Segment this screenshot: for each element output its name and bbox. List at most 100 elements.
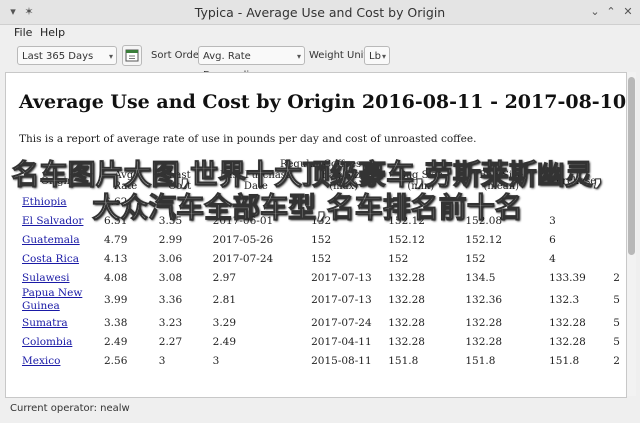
group-header: Regular Coffees bbox=[279, 159, 362, 170]
table-row: Mexico 2.56 3 3 2015-08-11 151.8 151.8 151.8 2 bbox=[16, 351, 626, 370]
table-cell: 132.28 bbox=[549, 335, 586, 348]
report-view[interactable]: Average Use and Cost by Origin 2016-08-1… bbox=[5, 72, 627, 398]
table-cell: 2 bbox=[613, 271, 620, 284]
report-heading: Average Use and Cost by Origin 2016-08-1… bbox=[19, 91, 627, 113]
table-row: Colombia 2.49 2.27 2.49 2017-04-11 132.28 132.… bbox=[16, 332, 626, 351]
maximize-icon[interactable]: ⌃ bbox=[604, 5, 618, 19]
table-cell: 152.12 bbox=[388, 233, 425, 246]
table-header-row: Origin Avg. Rate Last Cost Last Purchase Da… bbox=[16, 170, 626, 192]
origin-link[interactable]: Guatemala bbox=[22, 234, 80, 246]
table-cell bbox=[305, 192, 382, 211]
table-cell: 132.3 bbox=[549, 294, 580, 306]
table-cell: 5 bbox=[613, 335, 620, 348]
table-cell: 4.08 bbox=[104, 271, 128, 284]
table-cell: 132.28 bbox=[388, 335, 425, 348]
table-cell: 134.5 bbox=[465, 271, 496, 284]
origin-link[interactable]: El Salvador bbox=[22, 215, 83, 227]
date-range-value: Last 365 Days bbox=[22, 51, 94, 62]
table-cell: 151.8 bbox=[549, 354, 580, 367]
column-header: Avg. Rate bbox=[113, 170, 138, 192]
vertical-scrollbar[interactable] bbox=[627, 72, 636, 396]
table-cell: 2.49 bbox=[212, 335, 237, 348]
table-cell: 2.97 bbox=[212, 271, 237, 284]
table-cell: 152 bbox=[311, 252, 332, 265]
status-text: Current operator: nealw bbox=[10, 403, 130, 414]
table-cell bbox=[153, 192, 207, 211]
table-cell: 2.99 bbox=[158, 233, 183, 246]
table-cell: 2017-07-24 bbox=[311, 316, 372, 329]
table-cell: 132.28 bbox=[549, 316, 586, 329]
table-cell: 5 bbox=[613, 316, 620, 329]
chevron-down-icon: ▾ bbox=[108, 52, 113, 61]
origin-link[interactable]: Colombia bbox=[22, 336, 72, 348]
origin-link[interactable]: Papua New Guinea bbox=[22, 287, 82, 312]
origin-link[interactable]: Costa Rica bbox=[22, 253, 79, 265]
table-cell: 2017-07-24 bbox=[212, 252, 274, 265]
table-cell: 2017-07-13 bbox=[311, 294, 372, 306]
calendar-button[interactable] bbox=[122, 45, 142, 66]
table-cell: 3.36 bbox=[158, 294, 183, 306]
origin-link[interactable]: Ethiopia bbox=[22, 196, 67, 208]
menu-file[interactable]: File bbox=[14, 26, 32, 39]
table-cell: 132.28 bbox=[465, 316, 503, 329]
table-cell: 132.28 bbox=[388, 271, 425, 284]
chevron-down-icon: ▾ bbox=[296, 52, 301, 61]
status-bar: Current operator: nealw bbox=[0, 399, 640, 423]
table-cell: 151.8 bbox=[465, 354, 496, 367]
column-header: Last Purchase Date bbox=[219, 170, 292, 192]
report-intro: This is a report of average rate of use … bbox=[19, 133, 477, 145]
table-cell: 2 bbox=[613, 354, 620, 367]
report-table: Regular Coffees Origin Avg. Rate Last Cost… bbox=[16, 159, 626, 370]
minimize-icon[interactable]: ⌄ bbox=[588, 5, 602, 19]
column-header: Purchases bbox=[549, 175, 602, 187]
table-cell: 3.55 bbox=[158, 214, 183, 227]
menu-bar: File Help bbox=[0, 24, 640, 42]
table-cell: 3.23 bbox=[158, 316, 183, 329]
weight-unit-select[interactable]: Lb ▾ bbox=[364, 46, 390, 65]
origin-cell: Colombia bbox=[16, 332, 98, 351]
table-cell: 2.81 bbox=[212, 294, 237, 306]
table-cell: 2015-08-11 bbox=[311, 354, 372, 367]
table-row: Ethiopia 6.62 bbox=[16, 192, 626, 211]
origin-cell: Guatemala bbox=[16, 230, 98, 249]
table-cell: 2017-07-13 bbox=[311, 271, 372, 284]
table-cell: 3.08 bbox=[158, 271, 183, 284]
table-row: Guatemala 4.79 2.99 2017-05-26 152 152.12 152.… bbox=[16, 230, 626, 249]
menu-help[interactable]: Help bbox=[40, 26, 65, 39]
table-cell: 3.99 bbox=[104, 294, 128, 306]
table-cell: 5 bbox=[613, 294, 620, 306]
table-cell: 132.28 bbox=[388, 294, 425, 306]
table-cell: 2017-05-26 bbox=[212, 233, 274, 246]
origin-link[interactable]: Sulawesi bbox=[22, 272, 70, 284]
table-cell: 132.28 bbox=[465, 335, 503, 348]
weight-unit-value: Lb bbox=[369, 51, 381, 62]
scrollbar-thumb[interactable] bbox=[628, 77, 635, 255]
table-cell: 6.51 bbox=[104, 214, 128, 227]
origin-cell: El Salvador bbox=[16, 211, 98, 230]
table-cell: 3.38 bbox=[104, 316, 128, 329]
table-body: Ethiopia 6.62 El Salvador 6.51 3.55 2017-06-0… bbox=[16, 192, 626, 370]
calendar-icon bbox=[125, 49, 139, 62]
table-cell: 152 bbox=[311, 233, 332, 246]
close-icon[interactable]: ✕ bbox=[621, 5, 635, 19]
column-header: Origin bbox=[40, 175, 74, 187]
origin-cell: Sumatra bbox=[16, 313, 98, 332]
table-cell: 2.49 bbox=[104, 335, 128, 348]
table-row: Papua New Guinea 3.99 3.36 2.81 2017-07-13 13… bbox=[16, 287, 626, 313]
sort-order-select[interactable]: Avg. Rate Descending ▾ bbox=[198, 46, 305, 81]
table-cell: 4 bbox=[549, 252, 556, 265]
origin-link[interactable]: Mexico bbox=[22, 355, 60, 367]
column-header: Bag Size (min) bbox=[398, 170, 443, 192]
origin-cell: Papua New Guinea bbox=[16, 287, 98, 313]
origin-link[interactable]: Sumatra bbox=[22, 317, 68, 329]
table-cell: 2017-04-11 bbox=[311, 335, 372, 348]
table-row: Costa Rica 4.13 3.06 2017-07-24 152 152 152 4 bbox=[16, 249, 626, 268]
table-cell: 3 bbox=[549, 214, 556, 227]
table-cell: 6.62 bbox=[104, 195, 128, 208]
table-row: El Salvador 6.51 3.55 2017-06-01 152 152.12 15… bbox=[16, 211, 626, 230]
table-cell: 132.36 bbox=[465, 294, 503, 306]
column-header: Bag Size (max) bbox=[321, 170, 366, 192]
date-range-select[interactable]: Last 365 Days ▾ bbox=[17, 46, 117, 65]
table-cell: 152.12 bbox=[465, 233, 503, 246]
table-cell: 3 bbox=[158, 354, 166, 367]
